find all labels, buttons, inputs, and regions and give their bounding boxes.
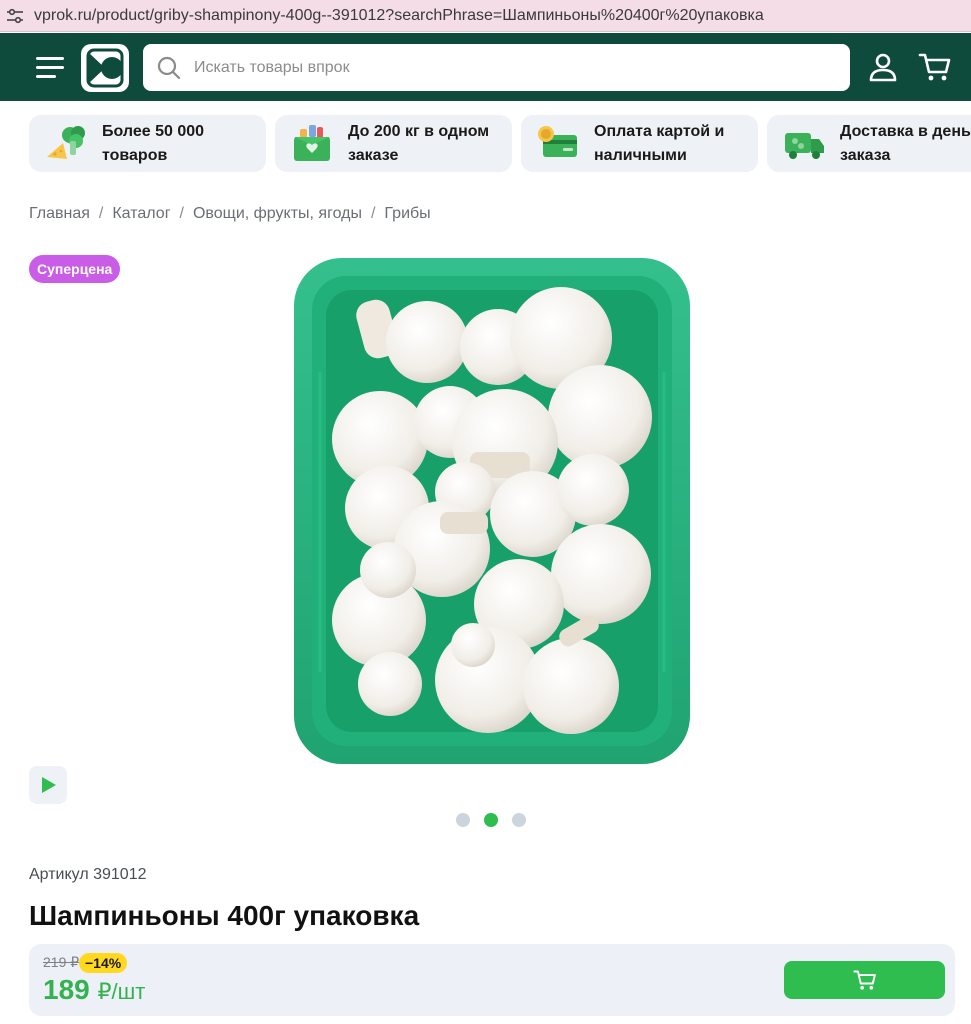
breadcrumb-home[interactable]: Главная bbox=[29, 205, 90, 223]
search-box[interactable] bbox=[143, 44, 850, 91]
video-play-button[interactable] bbox=[29, 766, 67, 804]
feature-card-payment: Оплата картой и наличными bbox=[521, 115, 758, 172]
breadcrumb-vegetables[interactable]: Овощи, фрукты, ягоды bbox=[193, 205, 362, 223]
gallery-dots bbox=[456, 813, 526, 827]
product-article: Артикул 391012 bbox=[29, 866, 147, 883]
card-coin-icon bbox=[535, 121, 581, 167]
feature-card-weight: До 200 кг в одном заказе bbox=[275, 115, 512, 172]
super-price-badge: Суперцена bbox=[29, 255, 121, 283]
breadcrumb-catalog[interactable]: Каталог bbox=[112, 205, 170, 223]
mushrooms-in-tray-image bbox=[294, 258, 690, 764]
feature-line: заказе bbox=[348, 146, 399, 164]
search-icon bbox=[156, 55, 182, 81]
menu-icon[interactable] bbox=[36, 57, 64, 79]
grocery-box-icon bbox=[289, 121, 335, 167]
breadcrumb: Главная / Каталог / Овощи, фрукты, ягоды… bbox=[29, 205, 431, 223]
cart-icon[interactable] bbox=[918, 50, 952, 84]
cart-icon bbox=[852, 970, 876, 990]
feature-line: Более 50 000 bbox=[102, 122, 205, 140]
features-row: Более 50 000 товаров До 200 кг в одном з… bbox=[29, 115, 971, 172]
gallery-dot-2[interactable] bbox=[484, 813, 498, 827]
feature-card-delivery: Доставка в день заказа bbox=[767, 115, 971, 172]
feature-card-assortment: Более 50 000 товаров bbox=[29, 115, 266, 172]
price-panel: 219 ₽ −14% 189 ₽/шт bbox=[29, 944, 955, 1016]
breadcrumb-separator: / bbox=[98, 205, 104, 222]
current-price: 189 ₽/шт bbox=[43, 974, 145, 1006]
play-icon bbox=[42, 777, 56, 793]
vprok-logo-icon[interactable] bbox=[81, 44, 129, 92]
feature-line: товаров bbox=[102, 146, 168, 164]
feature-line: наличными bbox=[594, 146, 687, 164]
gallery-dot-3[interactable] bbox=[512, 813, 526, 827]
user-icon[interactable] bbox=[866, 50, 900, 84]
old-price: 219 ₽ bbox=[43, 954, 80, 970]
browser-address-bar: vprok.ru/product/griby-shampinony-400g--… bbox=[0, 0, 971, 32]
tune-icon[interactable] bbox=[0, 1, 30, 31]
delivery-truck-icon bbox=[781, 121, 827, 167]
broccoli-cheese-icon bbox=[43, 121, 89, 167]
product-title: Шампиньоны 400г упаковка bbox=[29, 900, 420, 931]
breadcrumb-separator: / bbox=[179, 205, 184, 222]
feature-line: Доставка в день bbox=[840, 122, 971, 140]
feature-line: Оплата картой и bbox=[594, 122, 725, 140]
current-price-value: 189 bbox=[43, 974, 90, 1005]
feature-line: До 200 кг в одном bbox=[348, 122, 490, 140]
breadcrumb-separator: / bbox=[370, 205, 376, 222]
breadcrumb-mushrooms[interactable]: Грибы bbox=[384, 205, 430, 223]
address-url[interactable]: vprok.ru/product/griby-shampinony-400g--… bbox=[34, 7, 764, 25]
gallery-dot-1[interactable] bbox=[456, 813, 470, 827]
search-input[interactable] bbox=[194, 58, 794, 77]
add-to-cart-button[interactable] bbox=[784, 961, 945, 999]
product-image[interactable] bbox=[290, 252, 694, 768]
price-unit: ₽/шт bbox=[97, 979, 146, 1004]
discount-badge: −14% bbox=[79, 953, 128, 973]
site-header bbox=[0, 33, 971, 101]
feature-line: заказа bbox=[840, 146, 891, 164]
